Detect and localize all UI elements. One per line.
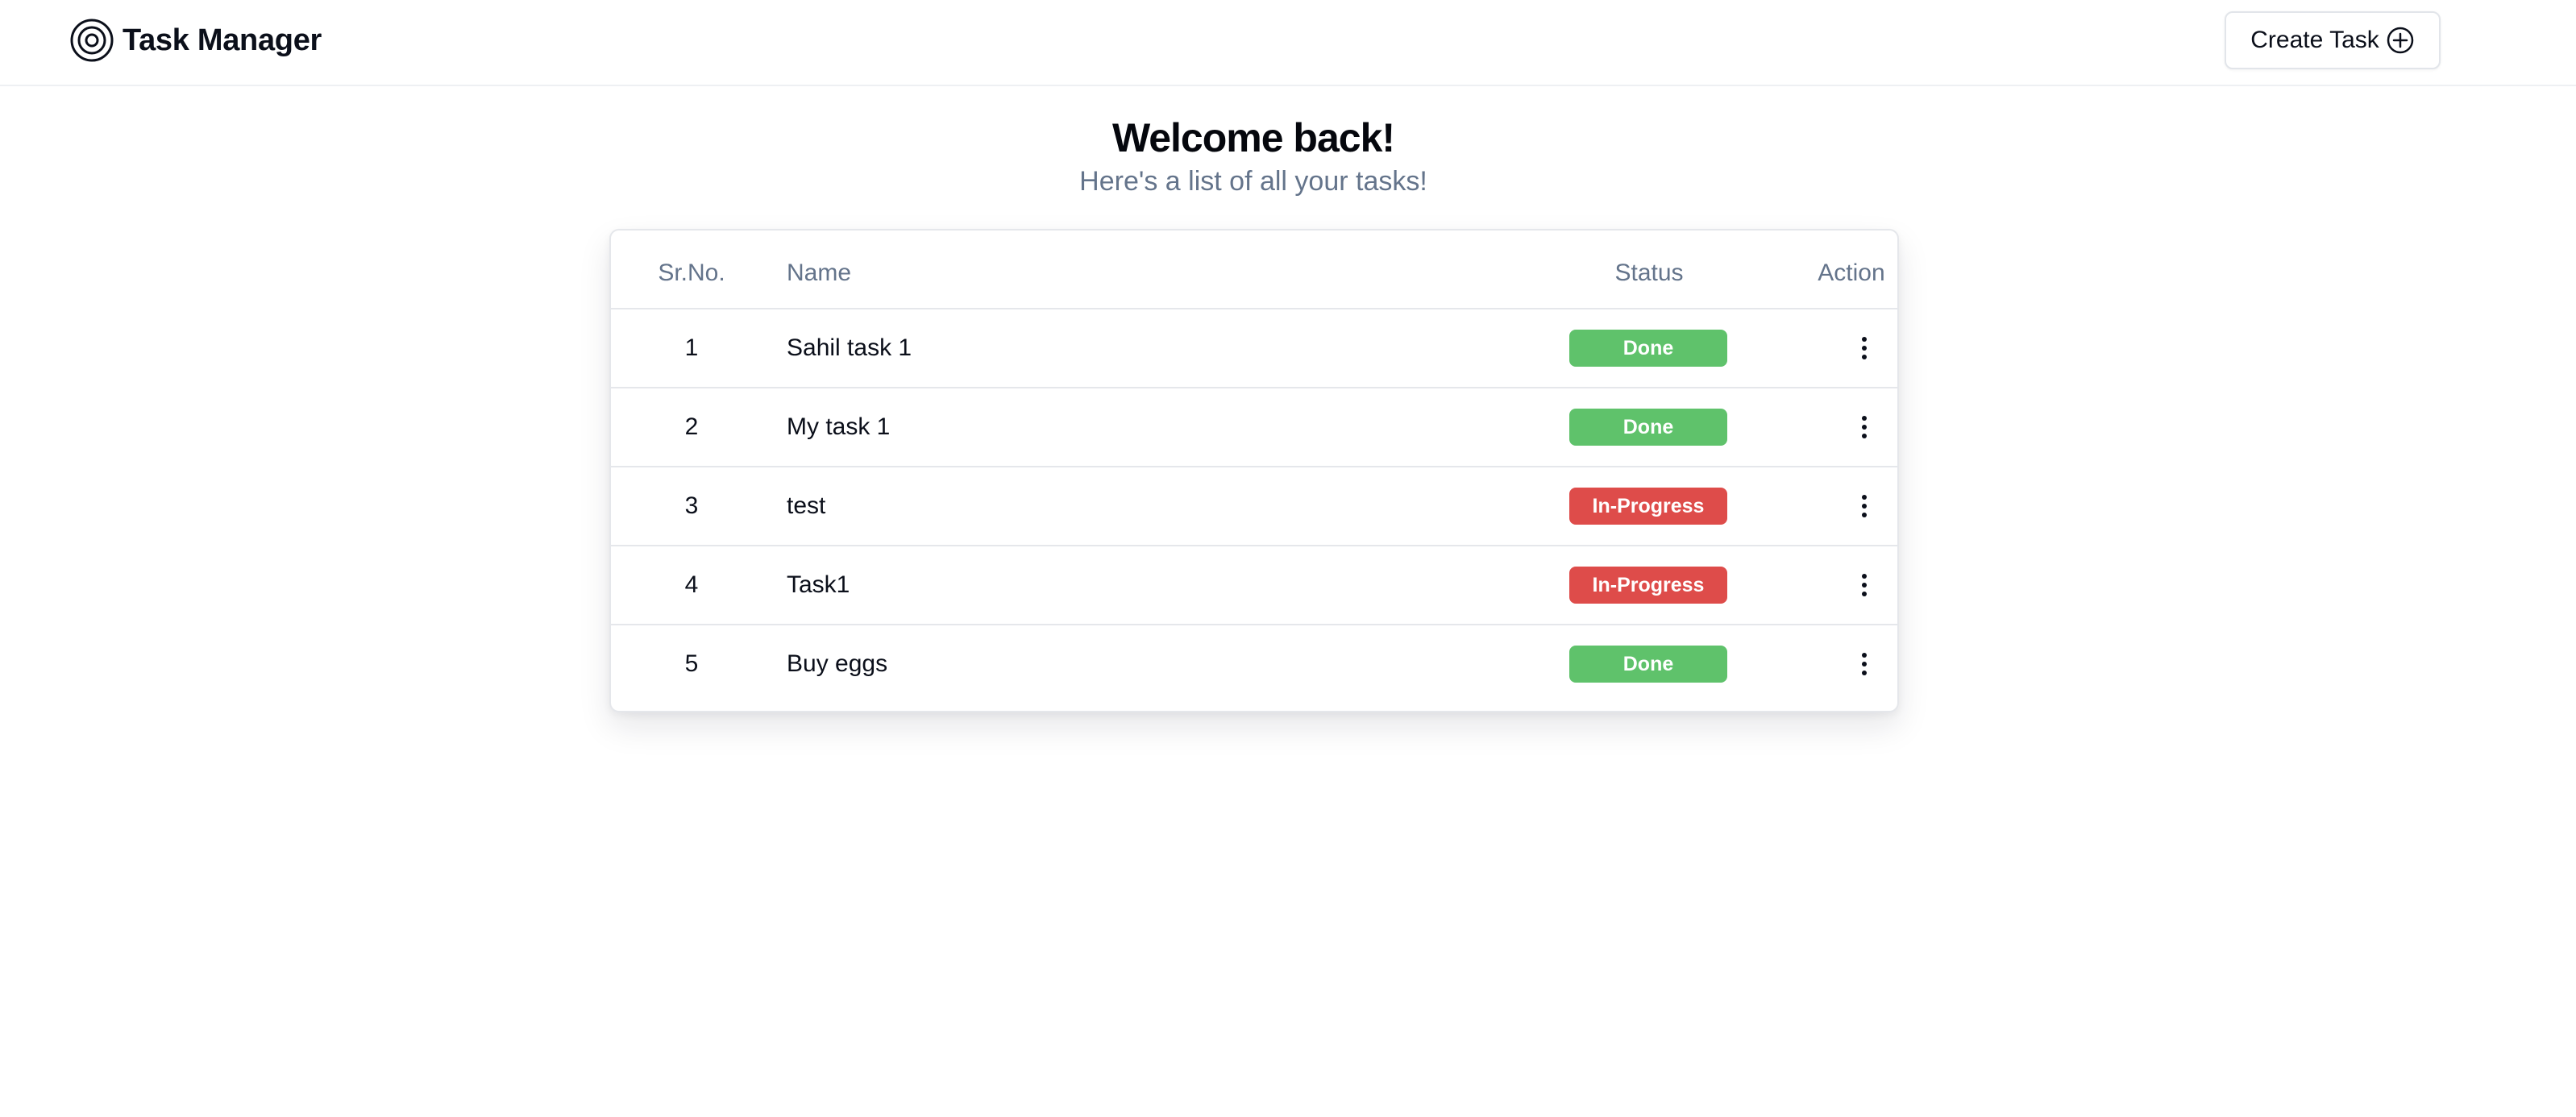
tasks-table: Sr.No. Name Status Action 1 Sahil task 1…	[609, 229, 1899, 712]
table-header: Sr.No. Name Status Action	[611, 230, 1897, 309]
row-task-name: Buy eggs	[787, 650, 888, 677]
table-row: 3 test In-Progress	[611, 467, 1897, 546]
row-srno: 2	[684, 413, 699, 440]
row-srno: 1	[684, 334, 699, 361]
page-title: Welcome back!	[1111, 115, 1395, 160]
row-task-name: Task1	[787, 571, 850, 598]
top-navbar: Task Manager Create Task	[0, 0, 2576, 86]
row-action[interactable]	[1828, 309, 1897, 387]
row-srno: 4	[684, 571, 699, 598]
status-badge: Done	[1569, 409, 1727, 446]
more-vertical-icon[interactable]	[1848, 569, 1880, 601]
row-srno: 5	[684, 650, 699, 677]
status-badge: Done	[1569, 646, 1727, 683]
create-task-button[interactable]: Create Task	[2225, 11, 2441, 69]
column-header-status: Status	[1614, 260, 1684, 286]
table-row: 2 My task 1 Done	[611, 388, 1897, 467]
row-status: Done	[1569, 625, 1727, 703]
table-row: 1 Sahil task 1 Done	[611, 309, 1897, 388]
more-vertical-icon[interactable]	[1848, 411, 1880, 443]
column-header-name: Name	[787, 260, 852, 286]
row-status: Done	[1569, 388, 1727, 466]
app-title: Task Manager	[123, 23, 322, 57]
row-task-name: test	[787, 492, 826, 519]
row-task-name: Sahil task 1	[787, 334, 912, 361]
status-badge: Done	[1569, 330, 1727, 367]
row-status: Done	[1569, 309, 1727, 387]
column-header-action: Action	[1818, 260, 1885, 286]
table-row: 5 Buy eggs Done	[611, 625, 1897, 704]
brand[interactable]: Task Manager	[69, 18, 322, 63]
create-task-label: Create Task	[2250, 27, 2379, 53]
status-badge: In-Progress	[1569, 567, 1727, 604]
row-srno: 3	[684, 492, 699, 519]
row-action[interactable]	[1828, 388, 1897, 466]
row-task-name: My task 1	[787, 413, 891, 440]
row-action[interactable]	[1828, 467, 1897, 545]
more-vertical-icon[interactable]	[1848, 490, 1880, 522]
page-subtitle: Here's a list of all your tasks!	[1079, 166, 1427, 197]
plus-circle-icon	[2387, 27, 2414, 54]
more-vertical-icon[interactable]	[1848, 648, 1880, 680]
row-status: In-Progress	[1569, 546, 1727, 624]
more-vertical-icon[interactable]	[1848, 332, 1880, 364]
row-action[interactable]	[1828, 625, 1897, 703]
status-badge: In-Progress	[1569, 488, 1727, 525]
target-icon	[70, 19, 114, 62]
row-status: In-Progress	[1569, 467, 1727, 545]
table-row: 4 Task1 In-Progress	[611, 546, 1897, 625]
row-action[interactable]	[1828, 546, 1897, 624]
column-header-srno: Sr.No.	[658, 260, 725, 286]
